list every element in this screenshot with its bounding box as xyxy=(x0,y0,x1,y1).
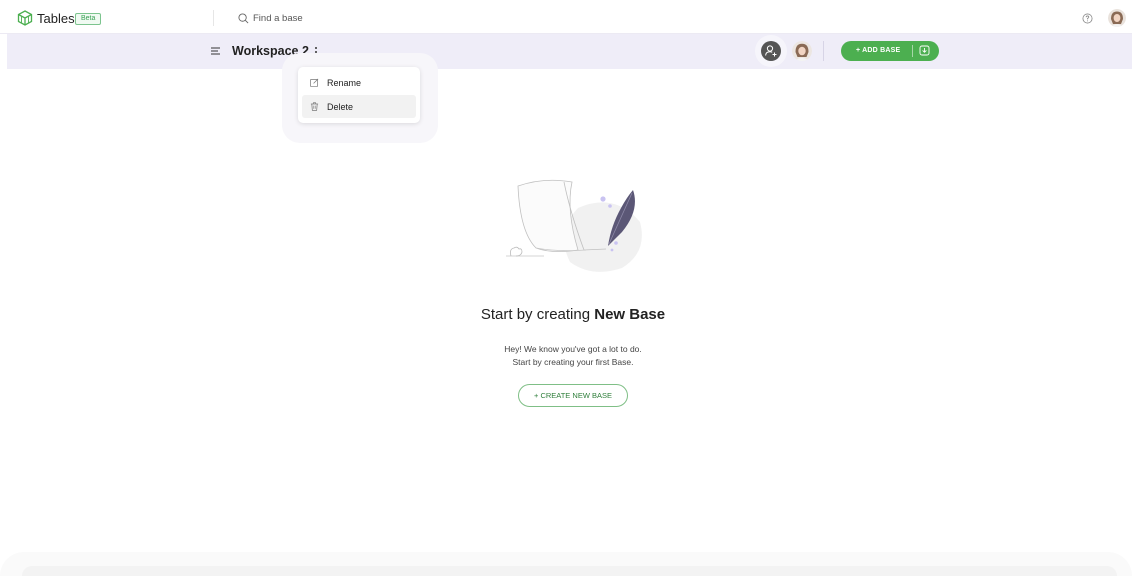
create-new-base-button[interactable]: + CREATE NEW BASE xyxy=(518,384,628,407)
empty-state-illustration xyxy=(506,179,642,272)
download-icon[interactable] xyxy=(919,45,930,56)
header-divider xyxy=(213,10,214,26)
search-icon xyxy=(238,13,249,24)
add-base-label: + ADD BASE xyxy=(856,47,901,54)
empty-title-prefix: Start by creating xyxy=(480,306,595,323)
top-bar xyxy=(0,0,1132,34)
add-base-button[interactable]: + ADD BASE xyxy=(841,41,939,61)
collaborator-avatar[interactable] xyxy=(792,41,812,61)
menu-item-delete[interactable]: Delete xyxy=(302,95,416,118)
empty-title-bold: New Base xyxy=(594,306,666,323)
menu-item-label: Rename xyxy=(327,78,362,88)
help-circle-icon[interactable] xyxy=(1082,13,1093,24)
search-input[interactable] xyxy=(253,9,553,27)
cube-logo-icon[interactable] xyxy=(17,10,33,26)
empty-state-description-line-2: Start by creating your first Base. xyxy=(512,357,634,367)
edit-icon xyxy=(310,78,319,87)
menu-item-label: Delete xyxy=(327,102,354,112)
beta-badge: Beta xyxy=(75,13,102,25)
user-avatar[interactable] xyxy=(1108,9,1126,27)
footer-panel-inner xyxy=(22,566,1117,576)
empty-state-title: Start by creating New Base xyxy=(0,306,1132,323)
workspace-context-menu: Rename Delete xyxy=(298,67,420,123)
add-user-icon xyxy=(765,45,777,57)
add-user-button[interactable] xyxy=(761,41,781,61)
menu-item-rename[interactable]: Rename xyxy=(302,71,416,94)
trash-icon xyxy=(310,102,319,111)
workspace-bar xyxy=(7,34,1132,69)
app-title[interactable]: Tables xyxy=(37,11,75,26)
workspace-divider xyxy=(823,41,824,61)
hamburger-icon[interactable] xyxy=(211,47,220,55)
button-separator xyxy=(912,45,913,57)
empty-state-description-line-1: Hey! We know you've got a lot to do. xyxy=(504,344,642,354)
